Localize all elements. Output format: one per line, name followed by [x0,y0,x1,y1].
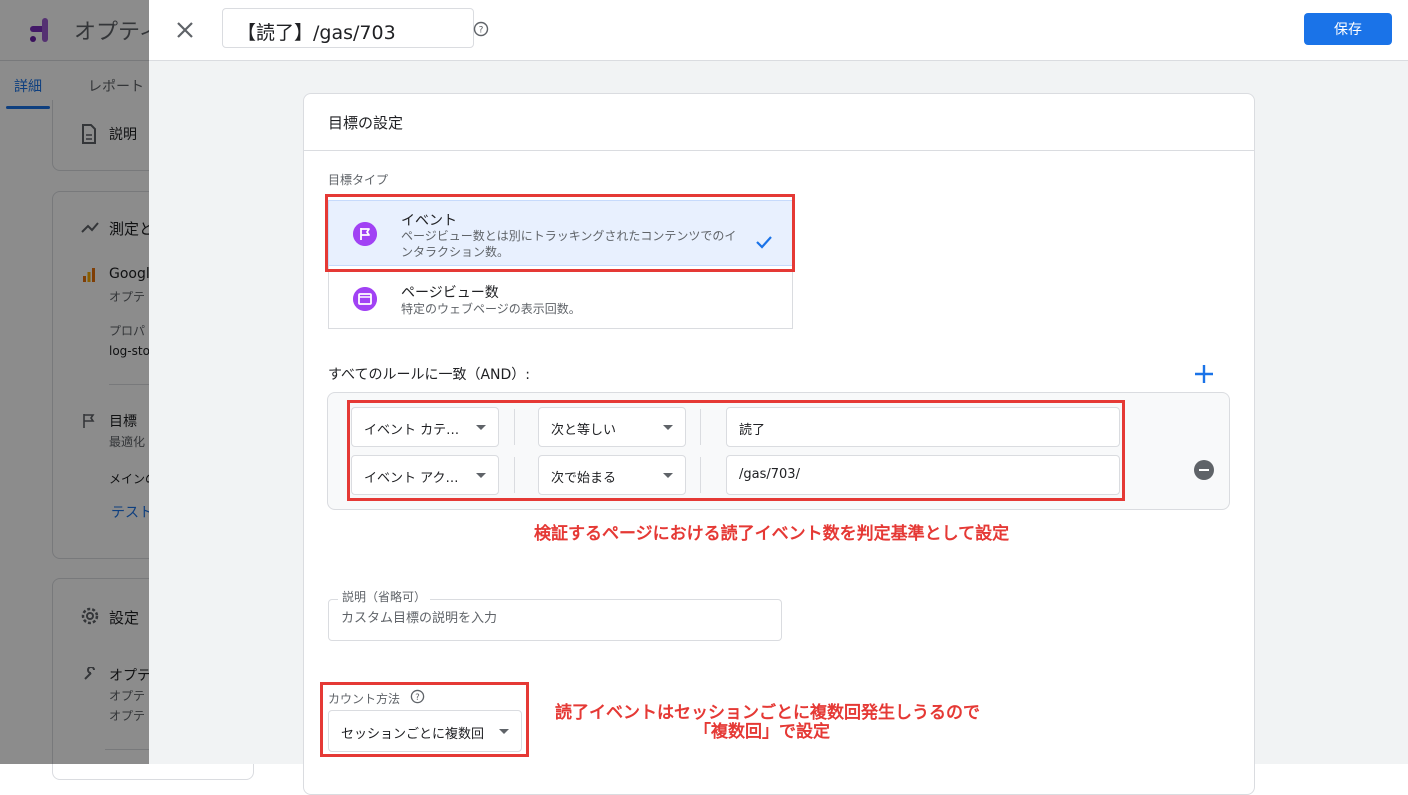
close-icon[interactable] [171,16,199,44]
save-button[interactable]: 保存 [1304,13,1392,45]
goal-type-label: 目標タイプ [328,173,389,187]
browser-window-icon [353,287,377,311]
description-input[interactable] [341,611,761,626]
annotation-box-rules [347,400,1125,501]
svg-text:?: ? [479,26,484,36]
description-label: 説明（省略可） [338,588,431,605]
panel-header: 【読了】/gas/703 ? 保存 [149,0,1408,61]
goal-name-field[interactable]: 【読了】/gas/703 [222,8,474,48]
goal-type-option-pageviews[interactable]: ページビュー数 特定のウェブページの表示回数。 [328,266,793,329]
help-icon[interactable]: ? [473,21,489,37]
rules-label: すべてのルールに一致（AND）: [328,367,531,383]
add-rule-icon[interactable] [1192,362,1216,386]
option-title: ページビュー数 [401,285,499,301]
description-field[interactable] [328,599,782,641]
annotation-box-goal-type [325,194,795,272]
goal-name-value: 【読了】/gas/703 [237,22,396,44]
card-title: 目標の設定 [328,114,404,132]
annotation-count-note-line2: 「複数回」で設定 [694,722,830,742]
goal-editor-panel: 【読了】/gas/703 ? 保存 目標の設定 目標タイプ イベント ページビュ… [149,0,1408,795]
annotation-box-count-method [320,682,529,757]
annotation-rule-note: 検証するページにおける読了イベント数を判定基準として設定 [534,524,1010,544]
option-description: 特定のウェブページの表示回数。 [401,302,581,316]
remove-rule-icon[interactable] [1194,460,1214,480]
card-divider [304,150,1254,151]
